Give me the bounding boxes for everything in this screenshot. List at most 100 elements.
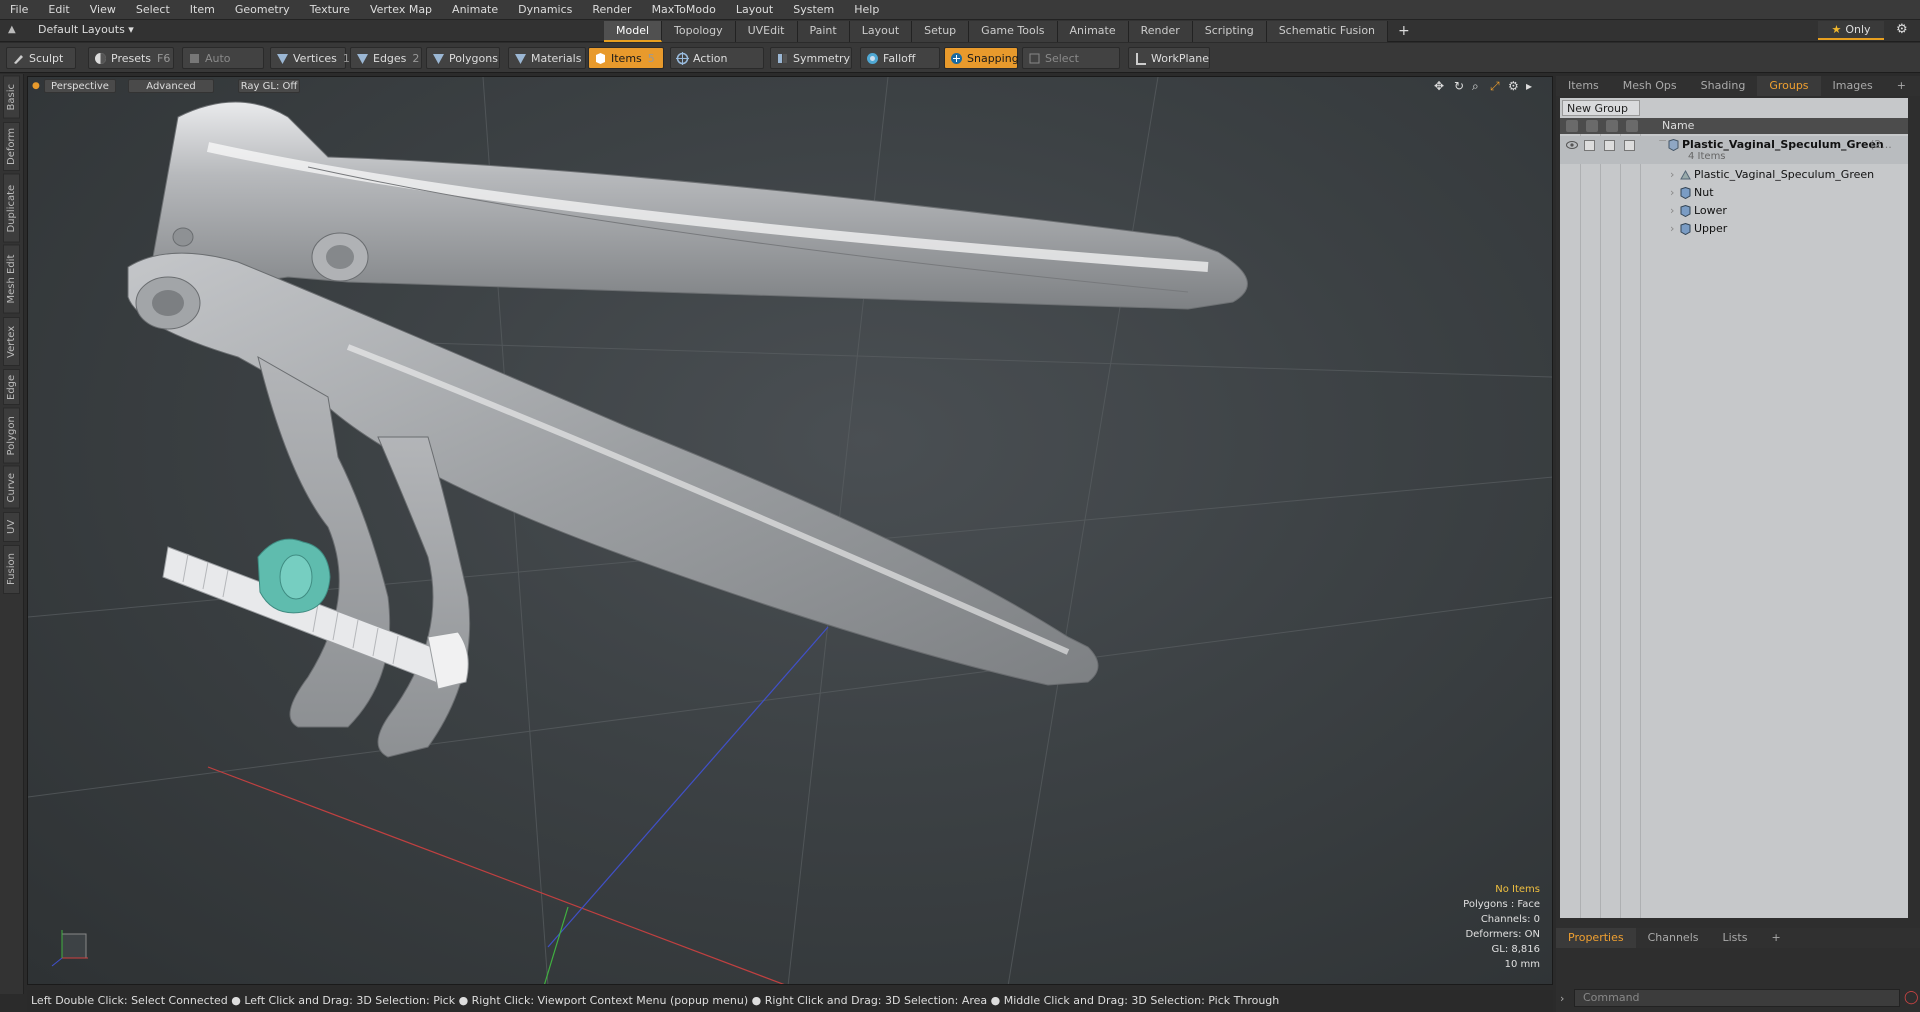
bottom-tab-channels[interactable]: Channels: [1636, 928, 1711, 948]
action-center-button[interactable]: Action Center: [670, 47, 764, 87]
column-divider: [1640, 134, 1641, 918]
bottom-tab-properties[interactable]: Properties: [1556, 928, 1636, 948]
menu-select[interactable]: Select: [126, 0, 180, 20]
symmetry-label: Symmetry: [793, 52, 851, 65]
record-icon[interactable]: ◯: [1904, 990, 1919, 1005]
menu-texture[interactable]: Texture: [300, 0, 360, 20]
render-toggle[interactable]: [1584, 140, 1595, 151]
left-tab-edge[interactable]: Edge: [3, 368, 20, 405]
column-divider: [1600, 134, 1601, 918]
edges-button[interactable]: Edges 2: [350, 47, 422, 69]
left-tool-tabs: Basic Deform Duplicate Mesh Edit Vertex Edge P…: [0, 74, 24, 994]
mesh-item-icon: [1680, 223, 1691, 235]
presets-button[interactable]: Presets F6: [88, 47, 174, 69]
auto-select-button[interactable]: Auto Select: [182, 47, 264, 87]
command-input[interactable]: Command: [1574, 989, 1900, 1007]
vertices-button[interactable]: Vertices 1: [270, 47, 350, 69]
group-child-row[interactable]: › Upper: [1560, 220, 1908, 238]
sculpt-label: Sculpt: [29, 52, 64, 65]
vertices-icon: [277, 54, 288, 64]
layout-dropdown[interactable]: Default Layouts ▾: [38, 23, 134, 36]
right-panel-tabs: Items Mesh Ops Shading Groups Images +: [1556, 76, 1920, 96]
select-through-button[interactable]: Select Through: [1022, 47, 1120, 87]
bottom-tab-lists[interactable]: Lists: [1711, 928, 1760, 948]
workplane-label: WorkPlane: [1151, 52, 1210, 65]
group-row-root[interactable]: − Plastic_Vaginal_Speculum_Green (2... 4…: [1560, 134, 1908, 164]
symmetry-button[interactable]: Symmetry: [770, 47, 852, 69]
menu-geometry[interactable]: Geometry: [225, 0, 300, 20]
visibility-header-icon: [1566, 120, 1578, 132]
panel-tab-items[interactable]: Items: [1556, 76, 1611, 96]
menu-dynamics[interactable]: Dynamics: [508, 0, 582, 20]
mesh-item-icon: [1680, 187, 1691, 199]
panel-tab-groups[interactable]: Groups: [1757, 76, 1821, 96]
menu-render[interactable]: Render: [582, 0, 641, 20]
menu-maxtomodo[interactable]: MaxToModo: [642, 0, 726, 20]
group-child-row[interactable]: › Nut: [1560, 184, 1908, 202]
select-toggle[interactable]: [1624, 140, 1635, 151]
left-tab-deform[interactable]: Deform: [3, 121, 20, 171]
left-tab-polygon[interactable]: Polygon: [3, 407, 20, 463]
lock-toggle[interactable]: [1604, 140, 1615, 151]
tab-scripting[interactable]: Scripting: [1192, 21, 1267, 42]
menu-help[interactable]: Help: [844, 0, 889, 20]
polygons-button[interactable]: Polygons: [426, 47, 500, 69]
materials-button[interactable]: Materials: [508, 47, 586, 69]
collapse-arrow-icon[interactable]: −: [1658, 132, 1667, 150]
workplane-button[interactable]: WorkPlane: [1128, 47, 1210, 69]
3d-viewport[interactable]: ● Perspective Advanced Ray GL: Off ✥ ↻ ⌕…: [27, 76, 1553, 985]
star-icon: ★: [1831, 23, 1842, 36]
child-name: Plastic_Vaginal_Speculum_Green: [1694, 168, 1875, 181]
gear-icon[interactable]: ⚙: [1896, 22, 1908, 37]
panel-tab-images[interactable]: Images: [1821, 76, 1885, 96]
snapping-button[interactable]: Snapping: [944, 47, 1019, 69]
panel-tab-mesh-ops[interactable]: Mesh Ops: [1611, 76, 1689, 96]
tab-render[interactable]: Render: [1128, 21, 1193, 42]
menu-animate[interactable]: Animate: [442, 0, 508, 20]
tab-model[interactable]: Model: [604, 21, 663, 42]
group-child-row[interactable]: › Plastic_Vaginal_Speculum_Green: [1560, 166, 1908, 184]
tab-schematic-fusion[interactable]: Schematic Fusion: [1266, 21, 1389, 42]
menu-layout[interactable]: Layout: [726, 0, 783, 20]
select-header-icon: [1626, 120, 1638, 132]
menu-edit[interactable]: Edit: [38, 0, 79, 20]
left-tab-basic[interactable]: Basic: [3, 76, 20, 119]
tab-topology[interactable]: Topology: [662, 21, 736, 42]
tab-layout[interactable]: Layout: [849, 21, 913, 42]
left-tab-vertex[interactable]: Vertex: [3, 316, 20, 366]
menu-view[interactable]: View: [80, 0, 126, 20]
layout-collapse-icon[interactable]: ▲: [8, 24, 20, 36]
child-name: Upper: [1694, 222, 1728, 235]
tab-animate[interactable]: Animate: [1057, 21, 1129, 42]
left-tab-fusion[interactable]: Fusion: [3, 544, 20, 594]
add-bottom-tab-button[interactable]: +: [1759, 928, 1792, 948]
only-toggle[interactable]: ★ Only: [1818, 21, 1884, 40]
materials-icon: [515, 54, 526, 64]
column-divider: [1620, 134, 1621, 918]
falloff-label: Falloff: [883, 52, 916, 65]
sculpt-button[interactable]: Sculpt: [6, 47, 76, 69]
eye-icon[interactable]: [1566, 140, 1578, 150]
falloff-button[interactable]: Falloff: [860, 47, 940, 69]
name-column-header: Name: [1662, 119, 1695, 132]
new-group-button[interactable]: New Group: [1562, 100, 1640, 116]
tab-uvedit[interactable]: UVEdit: [735, 21, 798, 42]
add-panel-tab-button[interactable]: +: [1885, 76, 1918, 96]
tree-branch-icon: ›: [1670, 168, 1675, 181]
add-tab-button[interactable]: +: [1388, 21, 1420, 42]
left-tab-curve[interactable]: Curve: [3, 466, 20, 509]
left-tab-uv[interactable]: UV: [3, 511, 20, 542]
tab-paint[interactable]: Paint: [797, 21, 850, 42]
tab-game-tools[interactable]: Game Tools: [969, 21, 1058, 42]
items-button[interactable]: Items 5: [588, 47, 664, 69]
menu-vertex-map[interactable]: Vertex Map: [360, 0, 442, 20]
menu-system[interactable]: System: [783, 0, 844, 20]
status-bar: Left Double Click: Select Connected ● Le…: [27, 990, 1553, 1012]
tab-setup[interactable]: Setup: [912, 21, 970, 42]
panel-tab-shading[interactable]: Shading: [1689, 76, 1758, 96]
menu-file[interactable]: File: [0, 0, 38, 20]
left-tab-mesh-edit[interactable]: Mesh Edit: [3, 245, 20, 314]
group-child-row[interactable]: › Lower: [1560, 202, 1908, 220]
left-tab-duplicate[interactable]: Duplicate: [3, 173, 20, 242]
menu-item[interactable]: Item: [180, 0, 225, 20]
